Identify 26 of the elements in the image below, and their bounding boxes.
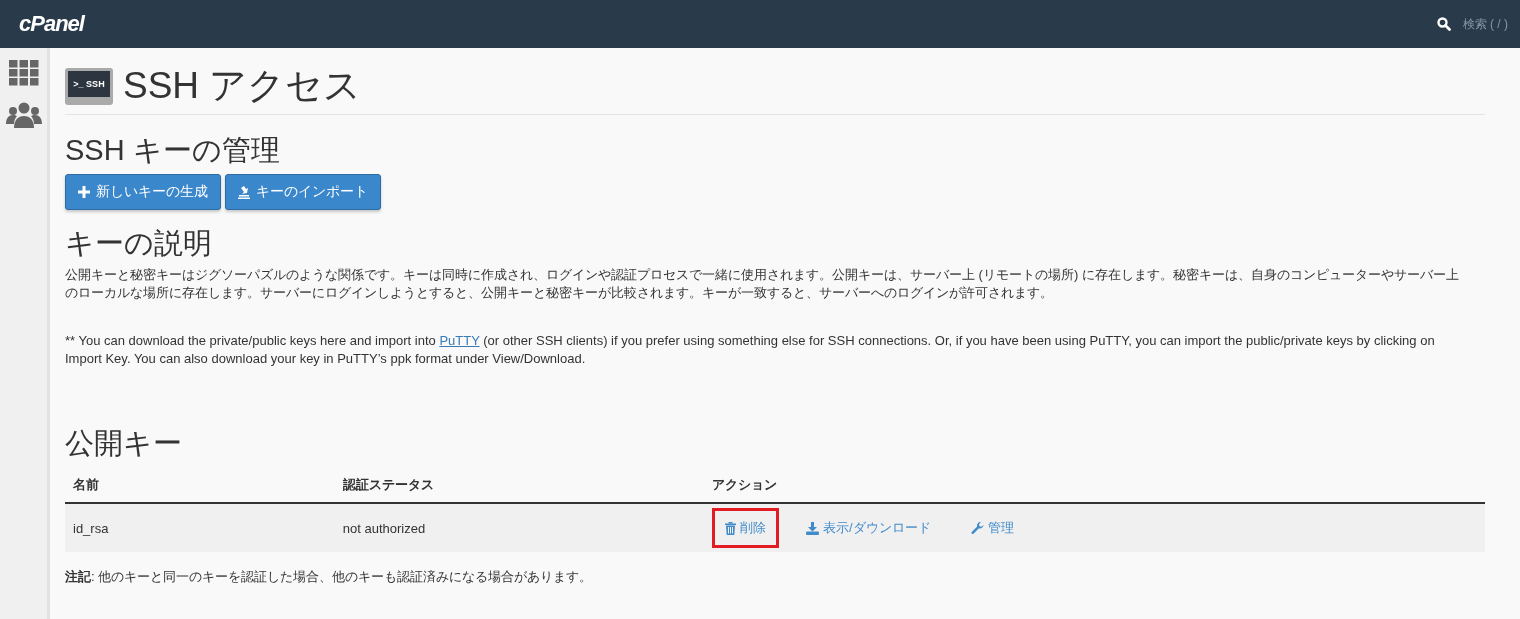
download-link[interactable]: 表示/ダウンロード bbox=[793, 508, 944, 548]
search-icon[interactable] bbox=[1436, 17, 1451, 31]
generate-key-button[interactable]: 新しいキーの生成 bbox=[65, 174, 221, 210]
trash-icon bbox=[725, 521, 736, 535]
users-icon[interactable] bbox=[5, 102, 42, 128]
grid-icon[interactable] bbox=[8, 60, 39, 86]
manage-link[interactable]: 管理 bbox=[957, 508, 1027, 548]
search-field[interactable]: 検索 ( / ) bbox=[1462, 15, 1508, 33]
download-icon bbox=[806, 521, 819, 535]
description-text: 公開キーと秘密キーはジグソーパズルのような関係です。キーは同時に作成され、ログインや認証プロセスで一緒に使用されます。公開キーは、サーバー上 (リモートの場所) に存在します。秘密キーは、自身のコンピューターやサーバー上のローカルな場所に存在します。サーバーにログインしようとすると、公開キーと秘密キーが比較されます。キーが一致すると、サーバーへのログインが許可されます。 bbox=[65, 266, 1460, 302]
section-heading: キーの説明 bbox=[65, 226, 213, 260]
putty-link[interactable]: PuTTY bbox=[439, 333, 480, 348]
import-icon bbox=[238, 185, 250, 199]
wrench-icon bbox=[970, 521, 984, 535]
table-cell: id_rsa bbox=[65, 503, 335, 552]
section-heading: SSH キーの管理 bbox=[65, 133, 281, 167]
page-title: SSH アクセス bbox=[123, 64, 362, 108]
section-heading: 公開キー bbox=[65, 426, 183, 460]
icon-label: >_ SSH bbox=[68, 70, 110, 97]
footnote-text: 注記: 他のキーと同一のキーを認証した場合、他のキーも認証済みになる場合があります。 bbox=[65, 568, 594, 586]
table-cell: not authorized bbox=[334, 503, 704, 552]
logo[interactable]: cPanel bbox=[19, 11, 84, 37]
note-text: ** You can download the private/public keys here and import into PuTTY (or other SSH clients) if you prefer using something else for SSH connections. Or, if you have been using PuTTY, you can import the public/private keys by clicking on Import Key. You can also download your key in PuTTY’s ppk format under View/Download. bbox=[65, 332, 1436, 368]
plus-icon bbox=[78, 186, 90, 198]
delete-link[interactable]: 削除 bbox=[712, 508, 779, 548]
import-key-button[interactable]: キーのインポート bbox=[225, 174, 381, 210]
